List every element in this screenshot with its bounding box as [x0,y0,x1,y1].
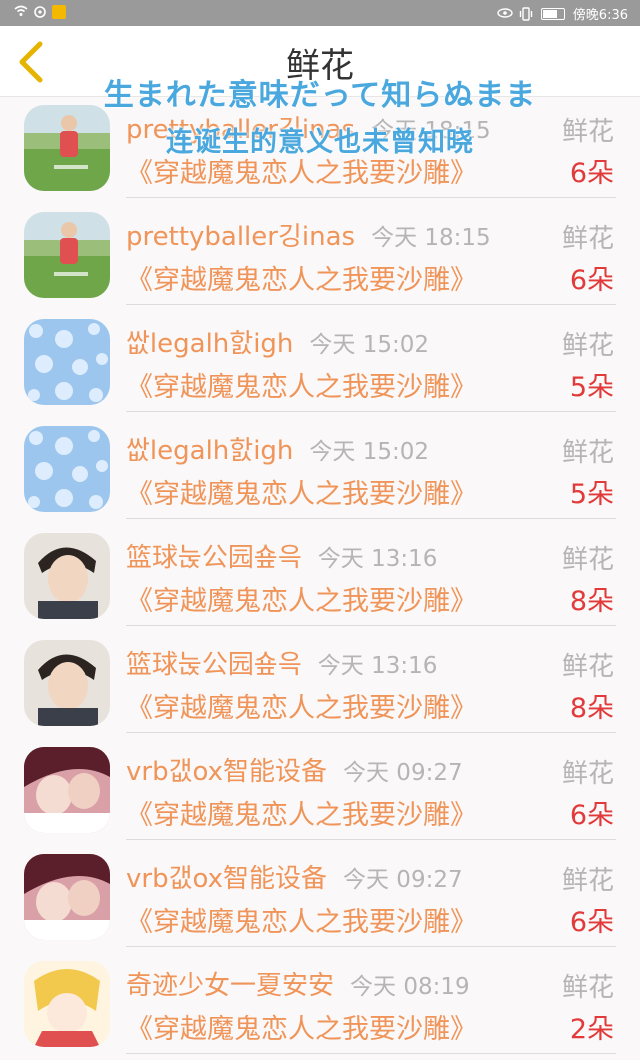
sender-line: 奇迹少女一夏安安 今天 08:19 [126,965,470,1001]
book-title[interactable]: 《穿越魔鬼恋人之我要沙雕》 [126,258,477,297]
divider [126,304,616,305]
subtitle-overlay-line-1: 生まれた意味だって知らぬまま [103,78,537,113]
gift-count: 6朵 [569,265,614,296]
status-right-icons: 傍晚6:36 [497,4,628,23]
gift-type: 鲜花 [561,224,614,254]
sender-name[interactable]: vrb갮ox智能设备 [126,751,327,788]
sent-time: 今天 15:02 [309,332,429,358]
avatar[interactable] [24,747,110,833]
sender-name[interactable]: 篮球눉公园숖윽 [126,644,302,681]
gift-count: 6朵 [569,800,614,831]
list-item[interactable]: 쌊legalh핤igh 今天 15:02 鲜花 《穿越魔鬼恋人之我要沙雕》 5朵 [0,418,640,525]
gift-type: 鲜花 [561,652,614,682]
avatar[interactable] [24,426,110,512]
gift-type: 鲜花 [561,973,614,1003]
list-item[interactable]: 篮球눉公园숖윽 今天 13:16 鲜花 《穿越魔鬼恋人之我要沙雕》 8朵 [0,632,640,739]
sender-name[interactable]: vrb갮ox智能设备 [126,858,327,895]
gift-type: 鲜花 [561,545,614,575]
sender-line: vrb갮ox智能设备 今天 09:27 [126,751,463,787]
avatar[interactable] [24,961,110,1047]
status-left-icons [14,5,66,19]
book-title[interactable]: 《穿越魔鬼恋人之我要沙雕》 [126,472,477,511]
sent-time: 今天 08:19 [350,974,470,1000]
vibrate-icon [519,6,533,21]
app-badge-icon [52,5,66,19]
book-title[interactable]: 《穿越魔鬼恋人之我要沙雕》 [126,1007,477,1046]
book-title[interactable]: 《穿越魔鬼恋人之我要沙雕》 [126,686,477,725]
sent-time: 今天 13:16 [317,546,438,572]
divider [126,732,616,733]
list-item[interactable]: vrb갮ox智能设备 今天 09:27 鲜花 《穿越魔鬼恋人之我要沙雕》 6朵 [0,739,640,846]
gift-count: 5朵 [569,479,614,510]
divider [126,1053,616,1054]
gift-type: 鲜花 [561,866,614,896]
gift-count: 2朵 [569,1014,614,1045]
sender-name[interactable]: 奇迹少女一夏安安 [126,965,334,1002]
sender-line: 篮球눉公园숖윽 今天 13:16 [126,537,437,573]
wifi-icon [14,5,28,19]
status-time: 傍晚6:36 [572,8,628,23]
avatar[interactable] [24,533,110,619]
sender-line: 쌊legalh핤igh 今天 15:02 [126,430,429,466]
divider [126,518,616,519]
sender-name[interactable]: prettyballer깅inas [126,216,355,253]
divider [126,839,616,840]
avatar[interactable] [24,640,110,726]
book-title[interactable]: 《穿越魔鬼恋人之我要沙雕》 [126,365,477,404]
sender-line: 쌊legalh핤igh 今天 15:02 [126,323,429,359]
gift-count: 8朵 [569,693,614,724]
avatar[interactable] [24,319,110,405]
gift-type: 鲜花 [561,331,614,361]
sender-name[interactable]: 篮球눉公园숖윽 [126,537,302,574]
list-item[interactable]: vrb갮ox智能设备 今天 09:27 鲜花 《穿越魔鬼恋人之我要沙雕》 6朵 [0,846,640,953]
sent-time: 今天 09:27 [343,760,463,786]
sender-line: prettyballer깅inas 今天 18:15 [126,216,491,252]
list-item[interactable]: 奇迹少女一夏安安 今天 08:19 鲜花 《穿越魔鬼恋人之我要沙雕》 2朵 [0,953,640,1060]
battery-icon [540,7,565,20]
sender-name[interactable]: 쌊legalh핤igh [126,323,293,360]
status-bar: 傍晚6:36 [0,0,640,26]
avatar[interactable] [24,854,110,940]
book-title[interactable]: 《穿越魔鬼恋人之我要沙雕》 [126,793,477,832]
sent-time: 今天 18:15 [371,225,491,251]
book-title[interactable]: 《穿越魔鬼恋人之我要沙雕》 [126,900,477,939]
sender-line: 篮球눉公园숖윽 今天 13:16 [126,644,437,680]
list-item[interactable]: prettyballer깅inas 今天 18:15 鲜花 《穿越魔鬼恋人之我要… [0,204,640,311]
gift-count: 6朵 [569,907,614,938]
subtitle-overlay-line-2: 连诞生的意义也未曾知晓 [166,127,474,158]
sender-line: vrb갮ox智能设备 今天 09:27 [126,858,463,894]
sync-icon [33,5,47,19]
sent-time: 今天 15:02 [309,439,429,465]
divider [126,946,616,947]
divider [126,411,616,412]
book-title[interactable]: 《穿越魔鬼恋人之我要沙雕》 [126,579,477,618]
gift-type: 鲜花 [561,438,614,468]
list-item[interactable]: 篮球눉公园숖윽 今天 13:16 鲜花 《穿越魔鬼恋人之我要沙雕》 8朵 [0,525,640,632]
divider [126,197,616,198]
sent-time: 今天 13:16 [317,653,438,679]
divider [126,625,616,626]
gift-type: 鲜花 [561,759,614,789]
eye-icon [497,7,513,21]
sent-time: 今天 09:27 [343,867,463,893]
sender-name[interactable]: 쌊legalh핤igh [126,430,293,467]
gift-count: 5朵 [569,372,614,403]
avatar[interactable] [24,212,110,298]
gift-count: 8朵 [569,586,614,617]
list-item[interactable]: 쌊legalh핤igh 今天 15:02 鲜花 《穿越魔鬼恋人之我要沙雕》 5朵 [0,311,640,418]
